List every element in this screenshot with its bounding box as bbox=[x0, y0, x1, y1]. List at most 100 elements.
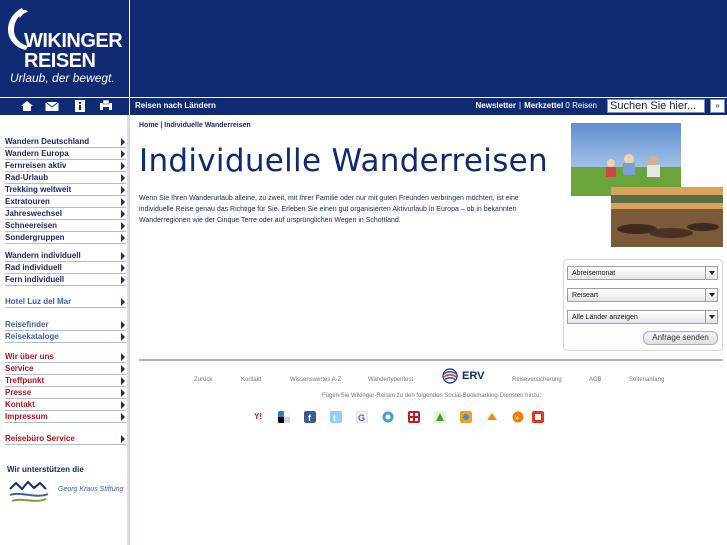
chevron-down-icon bbox=[705, 289, 717, 301]
sidebar-item-wandern-deutschland[interactable]: Wandern Deutschland bbox=[5, 136, 126, 148]
chevron-right-icon bbox=[121, 276, 125, 284]
erv-logo-icon[interactable] bbox=[442, 368, 460, 384]
chevron-right-icon bbox=[121, 138, 125, 146]
send-inquiry-button[interactable]: Anfrage senden bbox=[643, 331, 718, 345]
footer-link-wissenswertes[interactable]: Wissenswertes A-Z bbox=[290, 377, 341, 383]
sidebar-item-service[interactable]: Service bbox=[5, 363, 126, 375]
chevron-right-icon bbox=[121, 353, 125, 361]
chevron-right-icon bbox=[121, 401, 125, 409]
print-icon[interactable] bbox=[99, 100, 113, 112]
chevron-right-icon bbox=[121, 298, 125, 306]
oneview-icon[interactable] bbox=[460, 411, 472, 423]
chevron-down-icon bbox=[705, 311, 717, 323]
svg-text:»: » bbox=[515, 415, 519, 422]
intro-text: Wenn Sie Ihren Wanderurlaub alleine, zu … bbox=[139, 195, 519, 224]
separator: | bbox=[518, 101, 522, 110]
sidebar-item-reisefinder[interactable]: Reisefinder bbox=[5, 319, 126, 331]
home-icon[interactable] bbox=[20, 100, 34, 112]
linkarena-icon[interactable] bbox=[434, 411, 446, 423]
merkzettel-link[interactable]: Merkzettel bbox=[524, 101, 563, 110]
chevron-right-icon bbox=[121, 234, 125, 242]
sidebar-item-treffpunkt[interactable]: Treffpunkt bbox=[5, 375, 126, 387]
travel-type-value: Reiseart bbox=[572, 292, 599, 299]
footer-link-reiseversicherung[interactable]: Reiseversicherung bbox=[512, 377, 562, 383]
chevron-right-icon bbox=[121, 186, 125, 194]
chevron-right-icon bbox=[121, 321, 125, 329]
sidebar-item-fernreisen-aktiv[interactable]: Fernreisen aktiv bbox=[5, 160, 126, 172]
nav-right-links: Newsletter | Merkzettel 0 Reisen bbox=[476, 101, 597, 110]
sidebar-item-fern-individuell[interactable]: Fern individuell bbox=[5, 274, 126, 286]
facebook-icon[interactable]: f bbox=[304, 411, 316, 423]
sidebar-item-rad-urlaub[interactable]: Rad-Urlaub bbox=[5, 172, 126, 184]
sidebar-item-wandern-europa[interactable]: Wandern Europa bbox=[5, 148, 126, 160]
travel-type-select[interactable]: Reiseart bbox=[567, 288, 718, 302]
chevron-right-icon bbox=[121, 150, 125, 158]
sidebar-item-presse[interactable]: Presse bbox=[5, 387, 126, 399]
yahoo-icon[interactable]: Y! bbox=[252, 411, 264, 423]
wikio-icon[interactable] bbox=[532, 411, 544, 423]
chevron-right-icon bbox=[121, 210, 125, 218]
boats-lake-photo bbox=[611, 187, 723, 247]
newsletter-link[interactable]: Newsletter bbox=[476, 101, 516, 110]
nav-countries-link[interactable]: Reisen nach Ländern bbox=[135, 101, 216, 110]
footer-link-zurueck[interactable]: Zurück bbox=[194, 377, 212, 383]
sidebar-item-jahreswechsel[interactable]: Jahreswechsel bbox=[5, 208, 126, 220]
nav-icon-group bbox=[0, 98, 130, 115]
chevron-right-icon bbox=[121, 264, 125, 272]
merkzettel-count: 0 Reisen bbox=[565, 101, 597, 110]
top-navigation: Reisen nach Ländern Newsletter | Merkzette… bbox=[0, 97, 727, 115]
hikers-photo bbox=[571, 123, 681, 196]
svg-text:G: G bbox=[358, 413, 365, 423]
site-header: WIKINGER REISEN Urlaub, der bewegt. bbox=[0, 0, 727, 97]
sidebar-item-wir-ueber-uns[interactable]: Wir über uns bbox=[5, 351, 126, 363]
sidebar-item-hotel-luz-del-mar[interactable]: Hotel Luz del Mar bbox=[5, 296, 126, 308]
sidebar-group-travel: Wandern Deutschland Wandern Europa Fernr… bbox=[5, 136, 126, 244]
page-title: Individuelle Wanderreisen bbox=[139, 143, 548, 179]
support-org-name: Georg Kraus Stiftung bbox=[58, 486, 124, 493]
sidebar-item-kontakt[interactable]: Kontakt bbox=[5, 399, 126, 411]
sidebar-item-sondergruppen[interactable]: Sondergruppen bbox=[5, 232, 126, 244]
chevron-right-icon bbox=[121, 222, 125, 230]
sidebar-item-rad-individuell[interactable]: Rad individuell bbox=[5, 262, 126, 274]
chevron-right-icon bbox=[121, 252, 125, 260]
footer-link-seitenanfang[interactable]: Seitenanfang bbox=[629, 377, 664, 383]
folkd-icon[interactable] bbox=[408, 411, 420, 423]
support-title: Wir unterstützen die bbox=[7, 465, 84, 474]
sidebar-item-impressum[interactable]: Impressum bbox=[5, 411, 126, 423]
svg-text:t: t bbox=[333, 413, 336, 423]
chevron-right-icon bbox=[121, 377, 125, 385]
sidebar-item-trekking-weltweit[interactable]: Trekking weltweit bbox=[5, 184, 126, 196]
departure-month-select[interactable]: Abreisemonat bbox=[567, 266, 718, 280]
delicious-icon[interactable] bbox=[278, 411, 290, 423]
footer-link-kontakt[interactable]: Kontakt bbox=[241, 377, 261, 383]
footer-link-wandertypentest[interactable]: Wandertypentest bbox=[368, 377, 413, 383]
sidebar-group-company: Wir über uns Service Treffpunkt Presse K… bbox=[5, 351, 126, 423]
erv-label[interactable]: ERV bbox=[462, 370, 484, 382]
sidebar-item-wandern-individuell[interactable]: Wandern individuell bbox=[5, 250, 126, 262]
mister-wong-icon[interactable] bbox=[382, 411, 394, 423]
countries-select[interactable]: Alle Länder anzeigen bbox=[567, 310, 718, 324]
info-icon[interactable] bbox=[73, 100, 87, 112]
inquiry-box: Abreisemonat Reiseart Alle Länder anzeig… bbox=[563, 259, 723, 351]
yigg-icon[interactable]: » bbox=[512, 411, 524, 423]
chevron-right-icon bbox=[121, 389, 125, 397]
sidebar-item-reisekataloge[interactable]: Reisekataloge bbox=[5, 331, 126, 343]
sidebar-group-individual: Wandern individuell Rad individuell Fern… bbox=[5, 250, 126, 286]
webnews-icon[interactable] bbox=[486, 411, 498, 423]
google-icon[interactable]: G bbox=[356, 411, 368, 423]
sidebar-item-schneereisen[interactable]: Schneereisen bbox=[5, 220, 126, 232]
sidebar-item-reisebuero-service[interactable]: Reisebüro Service bbox=[5, 433, 126, 445]
search-input[interactable] bbox=[607, 99, 705, 113]
footer-link-agb[interactable]: AGB bbox=[589, 377, 602, 383]
site-logo[interactable]: WIKINGER REISEN Urlaub, der bewegt. bbox=[0, 0, 130, 97]
search-go-button[interactable]: » bbox=[710, 99, 725, 113]
sidebar-group-hotel: Hotel Luz del Mar bbox=[5, 296, 126, 308]
twitter-icon[interactable]: t bbox=[330, 411, 342, 423]
breadcrumb[interactable]: Home | Individuelle Wanderreisen bbox=[139, 122, 251, 129]
sidebar-item-extratouren[interactable]: Extratouren bbox=[5, 196, 126, 208]
brand-name-line2: REISEN bbox=[24, 50, 96, 72]
countries-value: Alle Länder anzeigen bbox=[572, 314, 638, 321]
mail-icon[interactable] bbox=[45, 100, 59, 112]
chevron-right-icon bbox=[121, 333, 125, 341]
departure-month-value: Abreisemonat bbox=[572, 270, 616, 277]
